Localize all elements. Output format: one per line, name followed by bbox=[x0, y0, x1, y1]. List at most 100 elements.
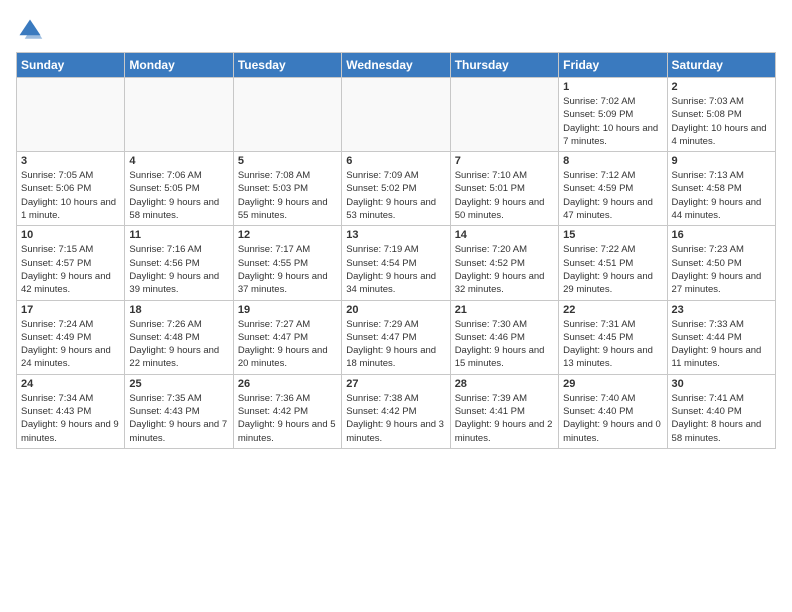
calendar-week-row: 1 Sunrise: 7:02 AM Sunset: 5:09 PM Daylig… bbox=[17, 78, 776, 152]
calendar-cell bbox=[17, 78, 125, 152]
day-number: 10 bbox=[21, 229, 120, 241]
day-number: 15 bbox=[563, 229, 662, 241]
day-number: 23 bbox=[672, 304, 771, 316]
calendar-week-row: 17 Sunrise: 7:24 AM Sunset: 4:49 PM Dayli… bbox=[17, 300, 776, 374]
day-info: Sunrise: 7:10 AM Sunset: 5:01 PM Dayligh… bbox=[455, 169, 554, 222]
calendar-cell: 8 Sunrise: 7:12 AM Sunset: 4:59 PM Daylig… bbox=[559, 152, 667, 226]
day-info: Sunrise: 7:03 AM Sunset: 5:08 PM Dayligh… bbox=[672, 95, 771, 148]
header bbox=[16, 16, 776, 44]
logo bbox=[16, 16, 48, 44]
calendar: SundayMondayTuesdayWednesdayThursdayFrid… bbox=[16, 52, 776, 449]
day-info: Sunrise: 7:05 AM Sunset: 5:06 PM Dayligh… bbox=[21, 169, 120, 222]
day-number: 19 bbox=[238, 304, 337, 316]
calendar-cell: 17 Sunrise: 7:24 AM Sunset: 4:49 PM Dayli… bbox=[17, 300, 125, 374]
day-number: 16 bbox=[672, 229, 771, 241]
day-number: 29 bbox=[563, 378, 662, 390]
day-info: Sunrise: 7:12 AM Sunset: 4:59 PM Dayligh… bbox=[563, 169, 662, 222]
day-info: Sunrise: 7:23 AM Sunset: 4:50 PM Dayligh… bbox=[672, 243, 771, 296]
calendar-week-row: 3 Sunrise: 7:05 AM Sunset: 5:06 PM Daylig… bbox=[17, 152, 776, 226]
calendar-cell: 7 Sunrise: 7:10 AM Sunset: 5:01 PM Daylig… bbox=[450, 152, 558, 226]
calendar-week-row: 24 Sunrise: 7:34 AM Sunset: 4:43 PM Dayli… bbox=[17, 374, 776, 448]
calendar-cell: 18 Sunrise: 7:26 AM Sunset: 4:48 PM Dayli… bbox=[125, 300, 233, 374]
weekday-header: Sunday bbox=[17, 53, 125, 78]
calendar-cell: 26Sunrise: 7:36 AM Sunset: 4:42 PM Dayli… bbox=[233, 374, 341, 448]
day-number: 24 bbox=[21, 378, 120, 390]
calendar-cell: 3 Sunrise: 7:05 AM Sunset: 5:06 PM Daylig… bbox=[17, 152, 125, 226]
calendar-cell: 1 Sunrise: 7:02 AM Sunset: 5:09 PM Daylig… bbox=[559, 78, 667, 152]
day-number: 14 bbox=[455, 229, 554, 241]
day-number: 4 bbox=[129, 155, 228, 167]
logo-icon bbox=[16, 16, 44, 44]
calendar-cell: 24 Sunrise: 7:34 AM Sunset: 4:43 PM Dayli… bbox=[17, 374, 125, 448]
calendar-cell: 29 Sunrise: 7:40 AM Sunset: 4:40 PM Dayli… bbox=[559, 374, 667, 448]
calendar-cell: 13 Sunrise: 7:19 AM Sunset: 4:54 PM Dayli… bbox=[342, 226, 450, 300]
day-number: 2 bbox=[672, 81, 771, 93]
calendar-cell bbox=[450, 78, 558, 152]
day-info: Sunrise: 7:24 AM Sunset: 4:49 PM Dayligh… bbox=[21, 318, 120, 371]
day-number: 8 bbox=[563, 155, 662, 167]
weekday-header: Tuesday bbox=[233, 53, 341, 78]
calendar-cell: 15Sunrise: 7:22 AM Sunset: 4:51 PM Dayli… bbox=[559, 226, 667, 300]
day-info: Sunrise: 7:09 AM Sunset: 5:02 PM Dayligh… bbox=[346, 169, 445, 222]
calendar-cell: 14 Sunrise: 7:20 AM Sunset: 4:52 PM Dayli… bbox=[450, 226, 558, 300]
weekday-header: Wednesday bbox=[342, 53, 450, 78]
calendar-cell: 6 Sunrise: 7:09 AM Sunset: 5:02 PM Daylig… bbox=[342, 152, 450, 226]
day-info: Sunrise: 7:20 AM Sunset: 4:52 PM Dayligh… bbox=[455, 243, 554, 296]
day-info: Sunrise: 7:19 AM Sunset: 4:54 PM Dayligh… bbox=[346, 243, 445, 296]
calendar-cell: 5 Sunrise: 7:08 AM Sunset: 5:03 PM Daylig… bbox=[233, 152, 341, 226]
day-info: Sunrise: 7:15 AM Sunset: 4:57 PM Dayligh… bbox=[21, 243, 120, 296]
day-number: 18 bbox=[129, 304, 228, 316]
calendar-cell: 22 Sunrise: 7:31 AM Sunset: 4:45 PM Dayli… bbox=[559, 300, 667, 374]
day-number: 12 bbox=[238, 229, 337, 241]
day-number: 3 bbox=[21, 155, 120, 167]
calendar-cell: 23 Sunrise: 7:33 AM Sunset: 4:44 PM Dayli… bbox=[667, 300, 775, 374]
day-number: 28 bbox=[455, 378, 554, 390]
calendar-cell bbox=[342, 78, 450, 152]
calendar-cell: 19 Sunrise: 7:27 AM Sunset: 4:47 PM Dayli… bbox=[233, 300, 341, 374]
weekday-header: Monday bbox=[125, 53, 233, 78]
day-info: Sunrise: 7:38 AM Sunset: 4:42 PM Dayligh… bbox=[346, 392, 445, 445]
day-info: Sunrise: 7:16 AM Sunset: 4:56 PM Dayligh… bbox=[129, 243, 228, 296]
calendar-cell: 16 Sunrise: 7:23 AM Sunset: 4:50 PM Dayli… bbox=[667, 226, 775, 300]
day-info: Sunrise: 7:26 AM Sunset: 4:48 PM Dayligh… bbox=[129, 318, 228, 371]
day-info: Sunrise: 7:31 AM Sunset: 4:45 PM Dayligh… bbox=[563, 318, 662, 371]
day-info: Sunrise: 7:33 AM Sunset: 4:44 PM Dayligh… bbox=[672, 318, 771, 371]
calendar-cell: 2 Sunrise: 7:03 AM Sunset: 5:08 PM Daylig… bbox=[667, 78, 775, 152]
calendar-cell: 11 Sunrise: 7:16 AM Sunset: 4:56 PM Dayli… bbox=[125, 226, 233, 300]
day-info: Sunrise: 7:34 AM Sunset: 4:43 PM Dayligh… bbox=[21, 392, 120, 445]
calendar-cell: 12Sunrise: 7:17 AM Sunset: 4:55 PM Dayli… bbox=[233, 226, 341, 300]
day-info: Sunrise: 7:08 AM Sunset: 5:03 PM Dayligh… bbox=[238, 169, 337, 222]
calendar-cell: 27 Sunrise: 7:38 AM Sunset: 4:42 PM Dayli… bbox=[342, 374, 450, 448]
calendar-cell bbox=[125, 78, 233, 152]
day-info: Sunrise: 7:36 AM Sunset: 4:42 PM Dayligh… bbox=[238, 392, 337, 445]
day-number: 9 bbox=[672, 155, 771, 167]
day-number: 13 bbox=[346, 229, 445, 241]
calendar-cell: 20 Sunrise: 7:29 AM Sunset: 4:47 PM Dayli… bbox=[342, 300, 450, 374]
day-info: Sunrise: 7:02 AM Sunset: 5:09 PM Dayligh… bbox=[563, 95, 662, 148]
weekday-header: Saturday bbox=[667, 53, 775, 78]
day-number: 11 bbox=[129, 229, 228, 241]
day-number: 20 bbox=[346, 304, 445, 316]
day-info: Sunrise: 7:29 AM Sunset: 4:47 PM Dayligh… bbox=[346, 318, 445, 371]
day-number: 5 bbox=[238, 155, 337, 167]
calendar-week-row: 10 Sunrise: 7:15 AM Sunset: 4:57 PM Dayli… bbox=[17, 226, 776, 300]
day-number: 30 bbox=[672, 378, 771, 390]
day-number: 6 bbox=[346, 155, 445, 167]
day-info: Sunrise: 7:13 AM Sunset: 4:58 PM Dayligh… bbox=[672, 169, 771, 222]
calendar-cell: 9 Sunrise: 7:13 AM Sunset: 4:58 PM Daylig… bbox=[667, 152, 775, 226]
day-number: 27 bbox=[346, 378, 445, 390]
day-number: 22 bbox=[563, 304, 662, 316]
calendar-cell: 10 Sunrise: 7:15 AM Sunset: 4:57 PM Dayli… bbox=[17, 226, 125, 300]
day-info: Sunrise: 7:39 AM Sunset: 4:41 PM Dayligh… bbox=[455, 392, 554, 445]
calendar-cell: 25Sunrise: 7:35 AM Sunset: 4:43 PM Dayli… bbox=[125, 374, 233, 448]
weekday-header: Friday bbox=[559, 53, 667, 78]
day-info: Sunrise: 7:40 AM Sunset: 4:40 PM Dayligh… bbox=[563, 392, 662, 445]
day-number: 17 bbox=[21, 304, 120, 316]
day-number: 7 bbox=[455, 155, 554, 167]
day-info: Sunrise: 7:27 AM Sunset: 4:47 PM Dayligh… bbox=[238, 318, 337, 371]
day-number: 1 bbox=[563, 81, 662, 93]
weekday-header-row: SundayMondayTuesdayWednesdayThursdayFrid… bbox=[17, 53, 776, 78]
calendar-cell bbox=[233, 78, 341, 152]
day-number: 21 bbox=[455, 304, 554, 316]
day-number: 25 bbox=[129, 378, 228, 390]
